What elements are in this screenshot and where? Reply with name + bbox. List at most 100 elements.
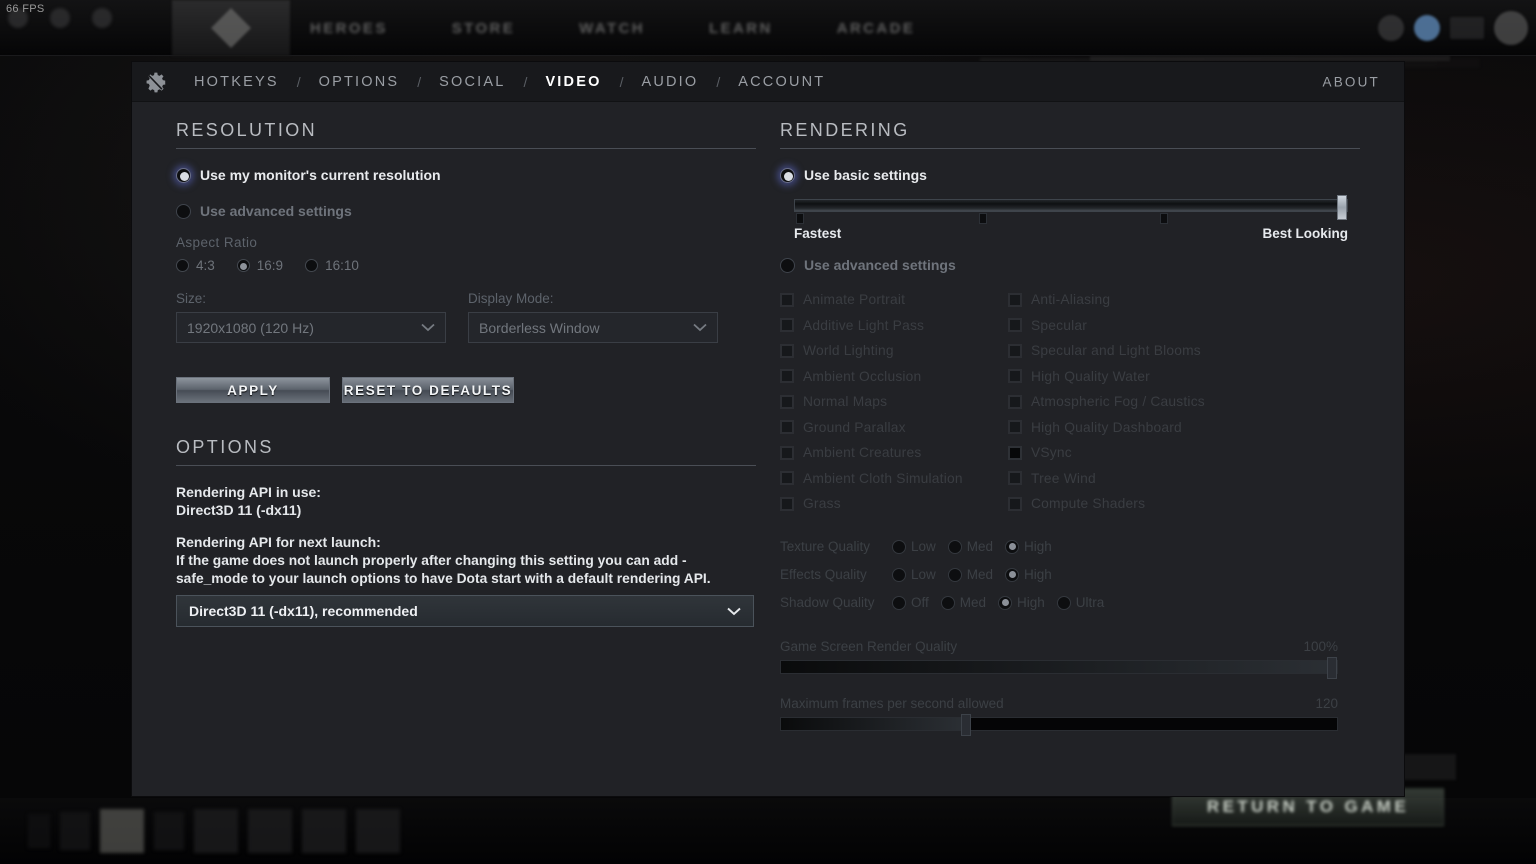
game-main-nav[interactable]: HEROES STORE WATCH LEARN ARCADE: [310, 0, 915, 56]
hud-icon-hero-portrait[interactable]: [100, 809, 144, 853]
texture-quality-label: Texture Quality: [780, 539, 871, 554]
checkbox-ambient-occlusion[interactable]: Ambient Occlusion: [780, 364, 1008, 390]
game-screen-render-quality-slider[interactable]: Game Screen Render Quality 100%: [780, 638, 1338, 679]
effects-quality-high[interactable]: High: [1005, 567, 1060, 582]
checkbox-vsync[interactable]: VSync: [1008, 440, 1236, 466]
shadow-quality-ultra[interactable]: Ultra: [1056, 595, 1113, 610]
texture-quality-high[interactable]: High: [1005, 539, 1060, 554]
radio-use-advanced-rendering[interactable]: Use advanced settings: [780, 257, 1360, 273]
tab-account[interactable]: ACCOUNT: [734, 74, 829, 90]
quality-preset-slider-handle[interactable]: [1337, 195, 1347, 220]
render-quality-handle[interactable]: [1327, 656, 1337, 679]
shadow-quality-med[interactable]: Med: [940, 595, 994, 610]
nav-item-heroes[interactable]: HEROES: [310, 20, 388, 37]
aspect-ratio-16-9[interactable]: 16:9: [236, 258, 284, 273]
nav-item-watch[interactable]: WATCH: [579, 20, 645, 37]
texture-quality-low[interactable]: Low: [892, 539, 944, 554]
checkbox-grass[interactable]: Grass: [780, 491, 1008, 517]
quality-preset-slider[interactable]: Fastest Best Looking: [794, 195, 1348, 241]
checkbox-specular-and-light-blooms[interactable]: Specular and Light Blooms: [1008, 338, 1236, 364]
options-section-title: OPTIONS: [176, 437, 274, 457]
gear-icon[interactable]: [136, 62, 176, 102]
checkbox-icon-anti-aliasing: [1008, 292, 1022, 307]
checkbox-compute-shaders[interactable]: Compute Shaders: [1008, 491, 1236, 517]
api-next-launch-label: Rendering API for next launch:: [176, 533, 381, 550]
nav-item-learn[interactable]: LEARN: [709, 20, 773, 37]
checkbox-normal-maps[interactable]: Normal Maps: [780, 389, 1008, 415]
hud-item-slot-4[interactable]: [356, 809, 400, 853]
display-mode-select[interactable]: Borderless Window: [468, 312, 718, 343]
effects-quality-high-label: High: [1024, 567, 1052, 582]
radio-use-basic-settings[interactable]: Use basic settings: [780, 167, 1360, 183]
hud-icon-courier[interactable]: [28, 814, 50, 848]
coin-icon[interactable]: [1378, 15, 1404, 41]
tab-video[interactable]: VIDEO: [541, 74, 605, 90]
shadow-quality-high[interactable]: High: [998, 595, 1053, 610]
nav-item-arcade[interactable]: ARCADE: [837, 20, 916, 37]
checkbox-world-lighting[interactable]: World Lighting: [780, 338, 1008, 364]
radio-icon-texture-low: [892, 539, 906, 554]
advanced-rendering-checkboxes: Animate Portrait Additive Light Pass Wor…: [780, 287, 1360, 517]
checkbox-ambient-creatures[interactable]: Ambient Creatures: [780, 440, 1008, 466]
aspect-ratio-4-3[interactable]: 4:3: [176, 258, 215, 273]
dota-logo[interactable]: [172, 0, 290, 56]
apply-button[interactable]: APPLY: [176, 377, 330, 403]
tab-social[interactable]: SOCIAL: [435, 74, 509, 90]
nav-item-store[interactable]: STORE: [452, 20, 515, 37]
max-fps-track[interactable]: [780, 713, 1338, 736]
checkbox-label-anti-aliasing: Anti-Aliasing: [1031, 292, 1111, 308]
tab-hotkeys[interactable]: HOTKEYS: [190, 74, 283, 90]
checkbox-icon-world-lighting: [780, 343, 794, 358]
radio-icon-effects-low: [892, 567, 906, 582]
shadow-quality-off[interactable]: Off: [892, 595, 937, 610]
aspect-ratio-label-16-9: 16:9: [256, 258, 284, 273]
checkbox-atmospheric-fog-caustics[interactable]: Atmospheric Fog / Caustics: [1008, 389, 1236, 415]
hud-item-slot-2[interactable]: [248, 809, 292, 853]
checkbox-anti-aliasing[interactable]: Anti-Aliasing: [1008, 287, 1236, 313]
checkbox-animate-portrait[interactable]: Animate Portrait: [780, 287, 1008, 313]
display-mode-label: Display Mode:: [468, 291, 554, 306]
max-fps-handle[interactable]: [961, 713, 971, 736]
texture-quality-med[interactable]: Med: [947, 539, 1001, 554]
tab-audio[interactable]: AUDIO: [637, 74, 702, 90]
about-link[interactable]: ABOUT: [1322, 74, 1380, 89]
reset-button-label: RESET TO DEFAULTS: [343, 382, 513, 398]
checkbox-icon-vsync: [1008, 445, 1022, 460]
quality-preset-slider-track[interactable]: [794, 195, 1348, 224]
effects-quality-med[interactable]: Med: [947, 567, 1001, 582]
shadow-quality-label: Shadow Quality: [780, 595, 875, 610]
radio-resolution-advanced[interactable]: Use advanced settings: [176, 203, 756, 219]
checkbox-high-quality-dashboard[interactable]: High Quality Dashboard: [1008, 415, 1236, 441]
radio-use-monitor-resolution[interactable]: Use my monitor's current resolution: [176, 167, 756, 183]
tab-separator-4: /: [619, 73, 624, 90]
resolution-section-title: RESOLUTION: [176, 120, 318, 140]
checkbox-ground-parallax[interactable]: Ground Parallax: [780, 415, 1008, 441]
checkbox-icon-grass: [780, 496, 794, 511]
max-fps-slider[interactable]: Maximum frames per second allowed 120: [780, 696, 1338, 736]
reset-to-defaults-button[interactable]: RESET TO DEFAULTS: [342, 377, 514, 403]
sound-icon[interactable]: [92, 8, 112, 28]
checkbox-tree-wind[interactable]: Tree Wind: [1008, 466, 1236, 492]
avatar[interactable]: [1494, 11, 1528, 45]
inventory-icon[interactable]: [1450, 17, 1484, 39]
checkbox-specular[interactable]: Specular: [1008, 313, 1236, 339]
effects-quality-low[interactable]: Low: [892, 567, 944, 582]
hud-icon-stats[interactable]: [60, 812, 90, 850]
aspect-ratio-16-10[interactable]: 16:10: [305, 258, 359, 273]
render-quality-track[interactable]: [780, 656, 1338, 679]
checkbox-high-quality-water[interactable]: High Quality Water: [1008, 364, 1236, 390]
checkbox-ambient-cloth-simulation[interactable]: Ambient Cloth Simulation: [780, 466, 1008, 492]
render-quality-label: Game Screen Render Quality: [780, 638, 958, 654]
tab-options[interactable]: OPTIONS: [315, 74, 404, 90]
checkbox-additive-light-pass[interactable]: Additive Light Pass: [780, 313, 1008, 339]
hud-item-slot-3[interactable]: [302, 809, 346, 853]
chevron-down-icon: [421, 323, 435, 332]
rendering-api-select[interactable]: Direct3D 11 (-dx11), recommended: [176, 595, 754, 628]
hud-icon-ability[interactable]: [154, 812, 184, 850]
shard-icon[interactable]: [1414, 15, 1440, 41]
size-select[interactable]: 1920x1080 (120 Hz): [176, 312, 446, 343]
settings-circle-icon[interactable]: [50, 8, 70, 28]
radio-icon-effects-med: [947, 567, 962, 582]
hud-item-slot-1[interactable]: [194, 809, 238, 853]
radio-icon-texture-high: [1005, 539, 1020, 554]
